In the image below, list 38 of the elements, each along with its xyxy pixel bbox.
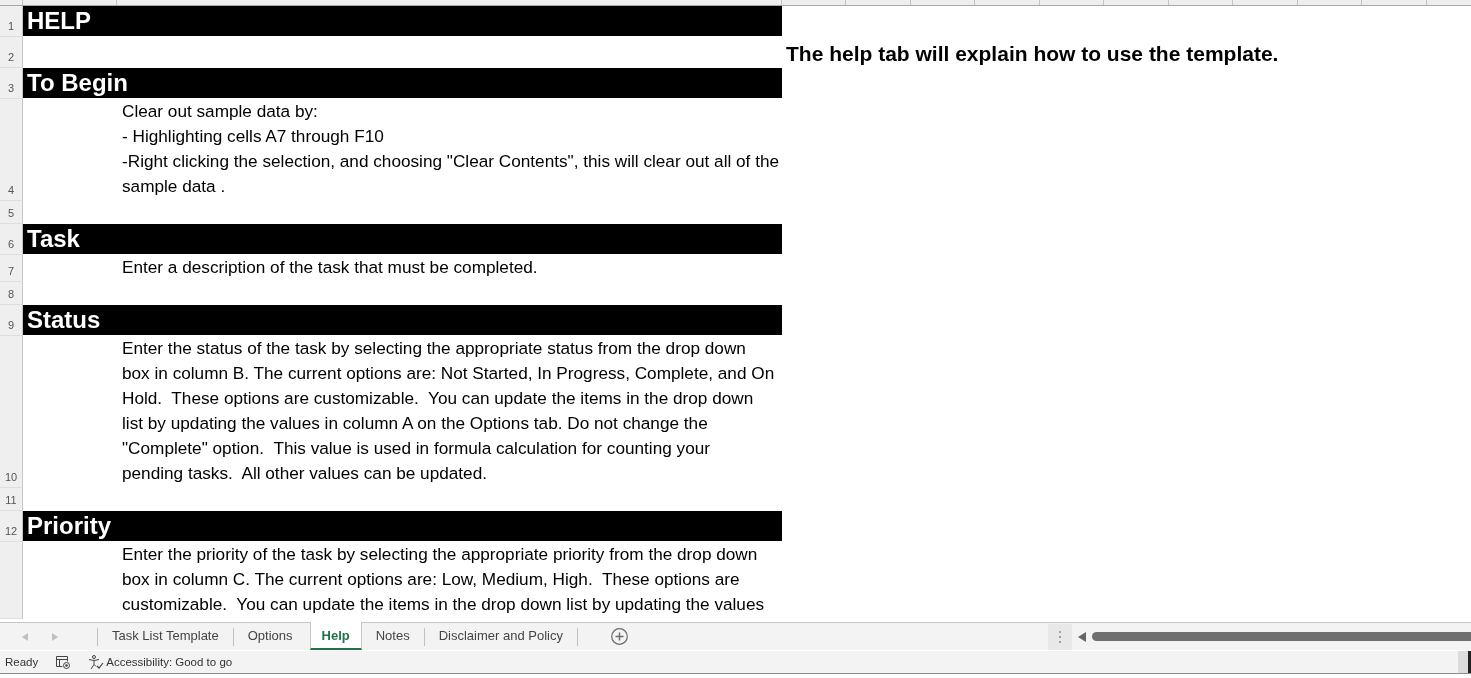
help-text: Enter the status of the task by selecting the appropriate status from the drop down box in column B. The current options are: Not Started, In Progress, Complete, and On Hold. These options are customizable. You can update the items in the drop down list by updating the values in column A on the Options tab. Do not change the "Complete" option. This value is used in formula calculation for counting your pending tasks. All other values can be updated.	[122, 337, 775, 485]
row-header[interactable]: 11	[0, 488, 23, 511]
section-heading: To Begin	[23, 68, 782, 98]
sheet-tab[interactable]: Task List Template	[98, 623, 233, 650]
help-text: Clear out sample data by: - Highlighting cells A7 through F10 -Right clicking the selection, and choosing "Clear Contents", this will clear out all of the sample data .	[122, 100, 780, 198]
sheet-record-icon[interactable]	[56, 655, 71, 669]
row-header[interactable]: 4	[0, 99, 23, 201]
section-heading: Task	[23, 224, 782, 254]
row-header[interactable]: 10	[0, 336, 23, 488]
section-heading: Status	[23, 305, 782, 335]
row-header[interactable]: 3	[0, 68, 23, 99]
sheet-tab[interactable]: Notes	[361, 623, 424, 650]
status-text: Ready	[5, 656, 39, 668]
section-heading: Priority	[23, 511, 782, 541]
row-header[interactable]: 5	[0, 201, 23, 224]
help-text: Enter a description of the task that must be completed.	[122, 256, 538, 279]
scrollbar-thumb[interactable]	[1092, 632, 1471, 641]
sheet-tab[interactable]: Help	[309, 622, 362, 650]
row-header[interactable]: 6	[0, 224, 23, 255]
accessibility-status[interactable]: Accessibility: Good to go	[106, 656, 233, 668]
sheet-tab[interactable]: Options	[233, 623, 307, 650]
plus-circle-icon[interactable]	[610, 628, 628, 645]
row-header[interactable]: 2	[0, 37, 23, 68]
person-check-icon	[88, 654, 105, 670]
help-text: Enter the priority of the task by selecting the appropriate priority from the drop down box in column C. The current options are: Low, Medium, High. These options are customizable. You can update the items in the drop down list by updating the values	[122, 543, 765, 616]
sheet-tab[interactable]: Disclaimer and Policy	[424, 623, 577, 650]
right-arrow-icon[interactable]	[52, 632, 58, 641]
left-arrow-icon[interactable]	[1078, 631, 1086, 642]
note-text: The help tab will explain how to use the template.	[786, 42, 1279, 66]
drag-handle-icon[interactable]	[1048, 623, 1072, 650]
row-header[interactable]: 8	[0, 282, 23, 305]
row-header[interactable]: 12	[0, 511, 23, 542]
section-heading: HELP	[23, 6, 782, 36]
row-header[interactable]	[0, 542, 23, 619]
row-header[interactable]: 9	[0, 305, 23, 336]
row-header[interactable]: 7	[0, 255, 23, 282]
status-bar-button[interactable]	[1458, 651, 1471, 673]
row-header[interactable]: 1	[0, 6, 23, 37]
